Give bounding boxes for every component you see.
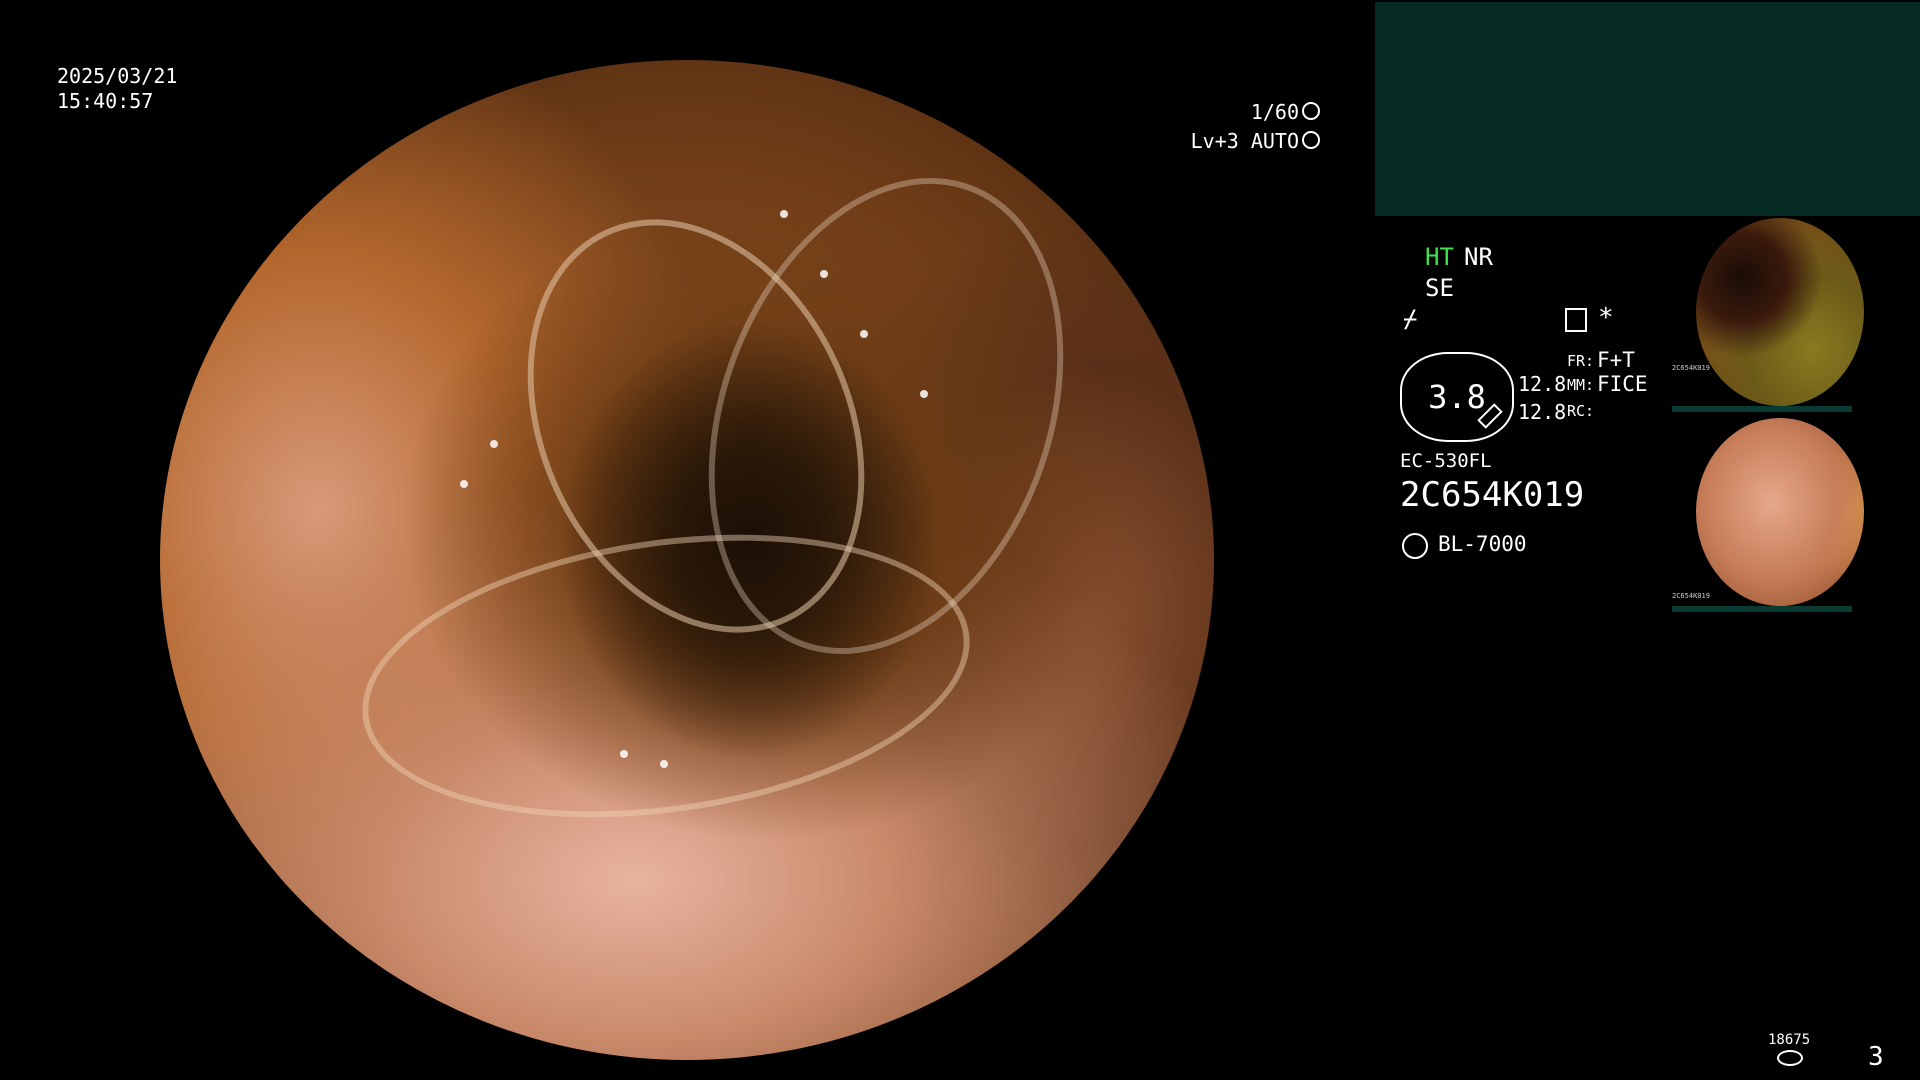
- thumbnail-label: 2C654K019: [1672, 364, 1710, 372]
- thumbnail-image: [1696, 418, 1864, 606]
- storage-icon: [1777, 1050, 1803, 1066]
- info-panel: [1375, 2, 1920, 216]
- scope-model: EC-530FL: [1400, 450, 1492, 472]
- shutter-icon: [1302, 102, 1320, 120]
- shutter-text: 1/60: [1250, 100, 1299, 124]
- structure-enhance-icon: ⌿: [1403, 305, 1418, 333]
- timestamp: 2025/03/21 15:40:57: [57, 64, 177, 114]
- light-reflection: [820, 270, 828, 278]
- thumbnail-1[interactable]: 2C654K019: [1670, 216, 1920, 412]
- ht-indicator: HT: [1425, 243, 1454, 271]
- zoom-box: 3.8: [1400, 352, 1514, 442]
- level-text: Lv+3 AUTO: [1190, 129, 1299, 153]
- light-reflection: [920, 390, 928, 398]
- thumbnail-bar: [1672, 606, 1852, 612]
- page-number: 3: [1868, 1042, 1884, 1072]
- image-count: 18675: [1768, 1032, 1811, 1048]
- value-top: 12.8: [1518, 372, 1567, 396]
- time-text: 15:40:57: [57, 89, 154, 113]
- light-source-icon: [1402, 533, 1428, 559]
- rc-label: RC:: [1567, 402, 1595, 420]
- scope-serial: 2C654K019: [1400, 475, 1585, 515]
- endoscope-view: [160, 60, 1214, 1060]
- light-reflection: [860, 330, 868, 338]
- light-reflection: [780, 210, 788, 218]
- star-indicator: *: [1598, 303, 1614, 333]
- light-reflection: [620, 750, 628, 758]
- thumbnail-bar: [1672, 406, 1852, 412]
- fr-value: F+T: [1597, 348, 1635, 372]
- date-text: 2025/03/21: [57, 64, 178, 88]
- level-readout: Lv+3 AUTO: [1185, 127, 1320, 155]
- document-icon: [1565, 308, 1587, 332]
- thumbnail-image: [1696, 218, 1864, 406]
- light-reflection: [460, 480, 468, 488]
- thumbnail-label: 2C654K019: [1672, 592, 1710, 600]
- nr-indicator: NR: [1464, 243, 1493, 271]
- se-indicator: SE: [1425, 274, 1454, 302]
- thumbnail-2[interactable]: 2C654K019: [1670, 416, 1920, 612]
- value-bottom: 12.8: [1518, 400, 1567, 424]
- light-source-label: BL-7000: [1438, 532, 1527, 556]
- mm-value: FICE: [1597, 372, 1648, 396]
- light-reflection: [660, 760, 668, 768]
- light-reflection: [490, 440, 498, 448]
- iris-icon: [1302, 131, 1320, 149]
- zoom-value: 3.8: [1428, 378, 1486, 416]
- mm-label: MM:: [1567, 376, 1595, 394]
- fr-label: FR:: [1567, 352, 1595, 370]
- shutter-readout: 1/60: [1230, 98, 1320, 126]
